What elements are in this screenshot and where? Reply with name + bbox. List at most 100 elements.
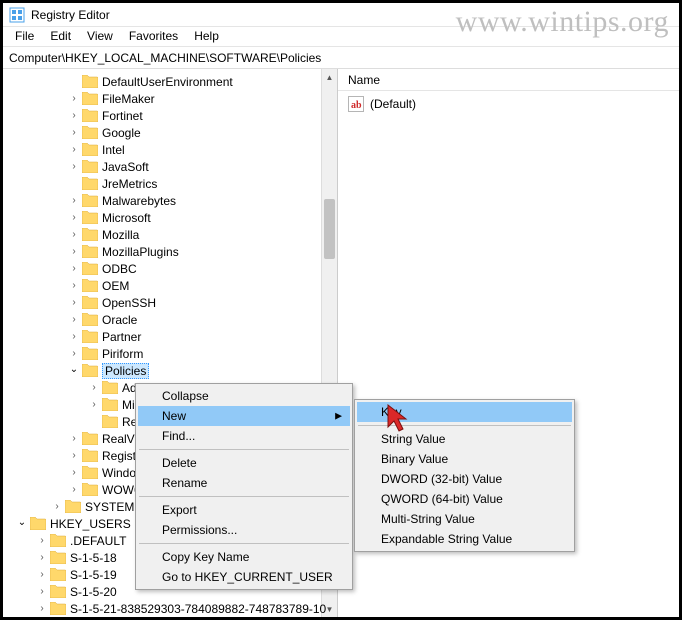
folder-icon bbox=[82, 296, 98, 309]
titlebar: Registry Editor bbox=[3, 3, 679, 27]
expand-icon[interactable]: › bbox=[36, 535, 48, 547]
menu-edit[interactable]: Edit bbox=[42, 27, 79, 46]
folder-icon bbox=[82, 483, 98, 496]
sub-expstring[interactable]: Expandable String Value bbox=[357, 529, 572, 549]
menu-file[interactable]: File bbox=[7, 27, 42, 46]
context-submenu-new: Key String Value Binary Value DWORD (32-… bbox=[354, 399, 575, 552]
folder-icon bbox=[30, 517, 46, 530]
folder-icon bbox=[82, 143, 98, 156]
expand-icon[interactable]: › bbox=[36, 603, 48, 615]
tree-node-label: FileMaker bbox=[102, 92, 155, 106]
tree-node[interactable]: › MozillaPlugins bbox=[3, 243, 337, 260]
sub-qword[interactable]: QWORD (64-bit) Value bbox=[357, 489, 572, 509]
expand-icon[interactable]: › bbox=[68, 450, 80, 462]
value-row[interactable]: (Default) bbox=[348, 95, 669, 113]
expand-icon[interactable]: › bbox=[51, 501, 63, 513]
path-input[interactable] bbox=[7, 50, 675, 66]
expand-icon[interactable]: › bbox=[36, 569, 48, 581]
tree-node[interactable]: ›Malwarebytes bbox=[3, 192, 337, 209]
expand-icon[interactable]: › bbox=[68, 331, 80, 343]
tree-node[interactable]: ›OEM bbox=[3, 277, 337, 294]
address-bar bbox=[3, 47, 679, 69]
expand-icon[interactable]: › bbox=[68, 467, 80, 479]
ctx-export[interactable]: Export bbox=[138, 500, 350, 520]
collapse-icon[interactable]: ⌄ bbox=[68, 364, 80, 376]
ctx-permissions[interactable]: Permissions... bbox=[138, 520, 350, 540]
tree-node-label: DefaultUserEnvironment bbox=[102, 75, 233, 89]
sub-dword[interactable]: DWORD (32-bit) Value bbox=[357, 469, 572, 489]
sub-string[interactable]: String Value bbox=[357, 429, 572, 449]
tree-node[interactable]: ›OpenSSH bbox=[3, 294, 337, 311]
ctx-delete[interactable]: Delete bbox=[138, 453, 350, 473]
expand-icon[interactable]: › bbox=[68, 93, 80, 105]
expand-icon[interactable]: › bbox=[68, 263, 80, 275]
ctx-rename[interactable]: Rename bbox=[138, 473, 350, 493]
menu-view[interactable]: View bbox=[79, 27, 121, 46]
tree-node[interactable]: ›Microsoft bbox=[3, 209, 337, 226]
separator bbox=[139, 449, 349, 450]
expand-icon[interactable]: › bbox=[68, 280, 80, 292]
tree-node[interactable]: › ODBC bbox=[3, 260, 337, 277]
expand-icon[interactable]: › bbox=[68, 212, 80, 224]
tree-node-label: Intel bbox=[102, 143, 125, 157]
folder-icon bbox=[82, 347, 98, 360]
expand-icon[interactable]: › bbox=[68, 348, 80, 360]
expand-icon[interactable]: › bbox=[68, 127, 80, 139]
sub-key[interactable]: Key bbox=[357, 402, 572, 422]
tree-node[interactable]: › Fortinet bbox=[3, 107, 337, 124]
menu-favorites[interactable]: Favorites bbox=[121, 27, 186, 46]
column-header-name[interactable]: Name bbox=[338, 69, 679, 91]
folder-icon bbox=[82, 466, 98, 479]
expand-icon[interactable]: › bbox=[68, 433, 80, 445]
folder-icon bbox=[102, 398, 118, 411]
sub-binary[interactable]: Binary Value bbox=[357, 449, 572, 469]
tree-node[interactable]: › Piriform bbox=[3, 345, 337, 362]
tree-node[interactable]: ⌄Policies bbox=[3, 362, 337, 379]
tree-node-label: S-1-5-21-838529303-784089882-748783789-1… bbox=[70, 602, 326, 616]
ctx-new[interactable]: New ▶ bbox=[138, 406, 350, 426]
folder-icon bbox=[82, 109, 98, 122]
tree-node-label: MozillaPlugins bbox=[102, 245, 179, 259]
app-icon bbox=[9, 7, 25, 23]
tree-node-label: Oracle bbox=[102, 313, 137, 327]
tree-node-label: Fortinet bbox=[102, 109, 143, 123]
expand-icon[interactable]: › bbox=[68, 246, 80, 258]
expand-icon[interactable]: › bbox=[68, 110, 80, 122]
tree-node-label: SYSTEM bbox=[85, 500, 134, 514]
tree-node[interactable]: ›Partner bbox=[3, 328, 337, 345]
expand-icon[interactable]: › bbox=[88, 382, 100, 394]
menu-help[interactable]: Help bbox=[186, 27, 227, 46]
expand-icon[interactable]: › bbox=[68, 144, 80, 156]
tree-node[interactable]: ›JreMetrics bbox=[3, 175, 337, 192]
tree-node[interactable]: › Intel bbox=[3, 141, 337, 158]
tree-node[interactable]: ›JavaSoft bbox=[3, 158, 337, 175]
tree-node-label: Piriform bbox=[102, 347, 143, 361]
ctx-collapse[interactable]: Collapse bbox=[138, 386, 350, 406]
expand-icon[interactable]: › bbox=[88, 399, 100, 411]
ctx-copykeyname[interactable]: Copy Key Name bbox=[138, 547, 350, 567]
expand-icon[interactable]: › bbox=[68, 314, 80, 326]
tree-node[interactable]: › S-1-5-21-838529303-784089882-748783789-… bbox=[3, 600, 337, 617]
tree-node[interactable]: ›Google bbox=[3, 124, 337, 141]
tree-node[interactable]: › FileMaker bbox=[3, 90, 337, 107]
separator bbox=[139, 496, 349, 497]
expand-icon[interactable]: › bbox=[68, 195, 80, 207]
folder-icon bbox=[102, 381, 118, 394]
expand-icon[interactable]: › bbox=[68, 229, 80, 241]
expand-icon[interactable]: › bbox=[68, 161, 80, 173]
sub-multistring[interactable]: Multi-String Value bbox=[357, 509, 572, 529]
tree-node[interactable]: › Oracle bbox=[3, 311, 337, 328]
ctx-find[interactable]: Find... bbox=[138, 426, 350, 446]
tree-node[interactable]: ›DefaultUserEnvironment bbox=[3, 73, 337, 90]
tree-node-label: ODBC bbox=[102, 262, 137, 276]
expand-icon[interactable]: › bbox=[36, 586, 48, 598]
ctx-go-hkcu[interactable]: Go to HKEY_CURRENT_USER bbox=[138, 567, 350, 587]
folder-icon bbox=[82, 313, 98, 326]
collapse-icon[interactable]: ⌄ bbox=[16, 517, 28, 529]
expand-icon[interactable]: › bbox=[68, 484, 80, 496]
folder-icon bbox=[50, 551, 66, 564]
expand-icon[interactable]: › bbox=[36, 552, 48, 564]
expand-icon[interactable]: › bbox=[68, 297, 80, 309]
tree-node[interactable]: ›Mozilla bbox=[3, 226, 337, 243]
folder-icon bbox=[82, 126, 98, 139]
